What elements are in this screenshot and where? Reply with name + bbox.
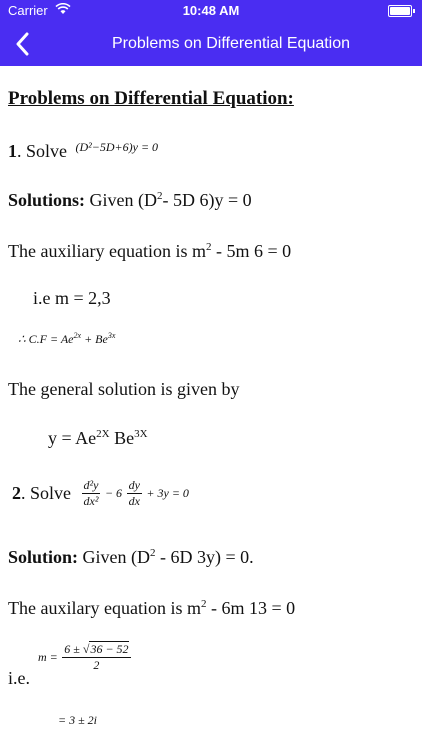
- fraction-d2y-dx2: d²y dx²: [81, 478, 101, 508]
- ie-label-2: i.e.: [8, 668, 30, 688]
- auxiliary-equation-2: The auxilary equation is m2 - 6m 13 = 0: [8, 598, 296, 618]
- general-solution: y = Ae2X Be3X: [48, 428, 148, 448]
- problem-1-equation: (D²−5D+6)y = 0: [75, 140, 159, 154]
- back-button[interactable]: [10, 30, 34, 58]
- article-content: Problems on Differential Equation: 1. So…: [0, 66, 422, 750]
- general-solution-text: The general solution is given by: [8, 379, 240, 399]
- clock: 10:48 AM: [182, 3, 240, 18]
- page-title: Problems on Differential Equation: [111, 35, 351, 52]
- problem-2: 2. Solve d²y dx² − 6 dy dx + 3y = 0: [12, 478, 189, 508]
- article-heading: Problems on Differential Equation:: [8, 88, 294, 109]
- auxiliary-equation-1: The auxiliary equation is m2 - 5m 6 = 0: [8, 241, 292, 261]
- solution-2: Solution: Given (D2 - 6D 3y) = 0.: [8, 547, 254, 567]
- quadratic-formula: m = 6 ± √36 − 52 2: [38, 641, 131, 672]
- complementary-function: ∴ C.F = Ae2x + Be3x: [18, 331, 116, 346]
- navigation-bar: Problems on Differential Equation: [0, 22, 422, 66]
- roots-1: i.e m = 2,3: [33, 288, 111, 308]
- quadratic-fraction: 6 ± √36 − 52 2: [62, 641, 131, 672]
- fraction-dy-dx: dy dx: [126, 478, 142, 508]
- chevron-left-icon: [16, 32, 29, 56]
- status-bar: Carrier 10:48 AM: [0, 0, 422, 22]
- solution-1: Solutions: Given (D2- 5D 6)y = 0: [8, 190, 252, 210]
- problem-1: 1. Solve (D²−5D+6)y = 0: [8, 140, 159, 161]
- roots-2: = 3 ± 2i: [58, 713, 98, 727]
- battery-icon: [388, 5, 415, 17]
